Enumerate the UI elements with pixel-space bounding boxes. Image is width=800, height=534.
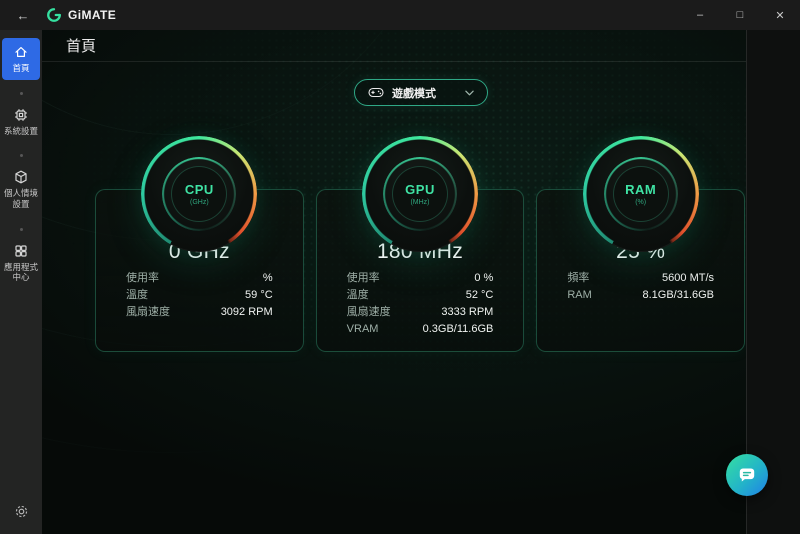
- stat-label: VRAM: [346, 323, 379, 335]
- close-button[interactable]: ✕: [760, 0, 800, 30]
- ram-gauge: RAM (%): [582, 136, 699, 252]
- page-header: 首頁: [42, 30, 800, 62]
- gauge-center: RAM (%): [612, 166, 669, 222]
- ram-stats: 頻率 5600 MT/s RAM 8.1GB/31.6GB: [567, 270, 714, 304]
- stat-row: VRAM 0.3GB/11.6GB: [347, 321, 494, 338]
- sidebar-separator-dot: [19, 91, 23, 95]
- app-window: ← GiMATE – □ ✕ 首頁 系統設置 個人情境設置 應用程式中心 首頁 …: [0, 0, 800, 534]
- cube-icon: [13, 169, 29, 185]
- stat-value: 59 °C: [245, 289, 273, 301]
- cpu-stats: 使用率 % 溫度 59 °C 風扇速度 3092 RPM: [126, 270, 273, 321]
- stat-value: %: [262, 272, 273, 284]
- gauge-unit: (%): [635, 199, 647, 206]
- maximize-button[interactable]: □: [720, 0, 760, 30]
- gpu-gauge: GPU (MHz): [362, 136, 478, 252]
- gauge-center: CPU (GHz): [171, 166, 228, 222]
- stat-value: 52 °C: [465, 289, 494, 301]
- ram-column: RAM (%) 25 % 頻率 5600 MT/s RAM: [536, 136, 746, 352]
- gear-icon[interactable]: [14, 504, 29, 519]
- sidebar-item-label: 應用程式中心: [3, 261, 38, 283]
- home-icon: [13, 44, 29, 60]
- window-controls: – □ ✕: [680, 0, 800, 30]
- sidebar-item-personal-scenario[interactable]: 個人情境設置: [2, 163, 40, 215]
- metric-cards: CPU (GHz) 0 GHz 使用率 % 溫度: [95, 136, 746, 352]
- gauge-unit: (GHz): [189, 199, 209, 206]
- game-mode-label: 遊戲模式: [392, 87, 436, 100]
- gauge-unit: (MHz): [410, 199, 430, 206]
- grid-icon: [13, 243, 29, 259]
- stat-row: 溫度 59 °C: [126, 287, 273, 304]
- stat-value: 3092 RPM: [220, 306, 273, 318]
- sidebar-separator-dot: [19, 154, 23, 158]
- stat-row: 風扇速度 3092 RPM: [126, 304, 273, 321]
- sidebar-item-label: 系統設置: [3, 125, 38, 136]
- chip-icon: [13, 107, 29, 123]
- stat-value: 3333 RPM: [441, 306, 494, 318]
- stat-row: 溫度 52 °C: [347, 287, 494, 304]
- app-logo: GiMATE: [46, 7, 116, 23]
- stat-label: 風扇速度: [346, 306, 391, 318]
- stat-value: 8.1GB/31.6GB: [642, 289, 715, 301]
- main-content: 首頁 遊戲模式 CPU (GHz) 使用率 % 溫度 59 °C 風扇速度 30…: [42, 30, 800, 534]
- cpu-gauge: CPU (GHz): [141, 136, 258, 252]
- stat-label: 溫度: [126, 289, 148, 301]
- sidebar-item-label: 首頁: [12, 63, 30, 73]
- stat-label: 溫度: [346, 289, 369, 301]
- gamepad-icon: [368, 87, 384, 98]
- stat-value: 0 %: [474, 272, 494, 284]
- page-title: 首頁: [66, 38, 97, 55]
- sidebar-footer: [14, 504, 29, 524]
- stat-label: 使用率: [346, 272, 380, 284]
- stat-label: 頻率: [567, 272, 590, 284]
- stat-row: 使用率 0 %: [347, 270, 494, 287]
- gauge-title: RAM: [625, 182, 657, 197]
- app-title: GiMATE: [68, 8, 117, 22]
- minimize-button[interactable]: –: [680, 0, 720, 30]
- chat-assistant-button[interactable]: [726, 454, 768, 496]
- back-button[interactable]: ←: [0, 8, 46, 23]
- stat-label: 使用率: [126, 272, 159, 284]
- gauge-title: GPU: [405, 182, 435, 197]
- chevron-down-icon: [465, 90, 474, 95]
- titlebar: ← GiMATE – □ ✕: [0, 0, 800, 30]
- stat-row: 風扇速度 3333 RPM: [347, 304, 494, 321]
- stat-row: 頻率 5600 MT/s: [567, 270, 714, 287]
- stat-label: 風扇速度: [126, 306, 170, 318]
- cpu-column: CPU (GHz) 0 GHz 使用率 % 溫度: [95, 136, 304, 352]
- gimate-logo-icon: [47, 8, 61, 22]
- stat-row: 使用率 %: [126, 270, 273, 287]
- gauge-center: GPU (MHz): [392, 166, 448, 222]
- sidebar: 首頁 系統設置 個人情境設置 應用程式中心: [0, 30, 42, 534]
- stat-value: 5600 MT/s: [662, 272, 715, 284]
- game-mode-dropdown[interactable]: 遊戲模式: [354, 79, 488, 106]
- chat-bubble-icon: [739, 468, 755, 482]
- gpu-stats: 使用率 0 % 溫度 52 °C 風扇速度 3333 RPM VRAM 0.3G…: [347, 270, 494, 338]
- sidebar-item-home[interactable]: 首頁: [2, 38, 40, 80]
- stat-label: RAM: [567, 289, 592, 301]
- sidebar-separator-dot: [19, 227, 23, 231]
- sidebar-item-label: 個人情境設置: [3, 188, 38, 209]
- gpu-column: GPU (MHz) 180 MHz 使用率 0 % 溫度: [315, 136, 525, 352]
- sidebar-item-system-settings[interactable]: 系統設置: [2, 101, 40, 143]
- gauge-title: CPU: [184, 182, 214, 197]
- stat-row: RAM 8.1GB/31.6GB: [567, 287, 714, 304]
- sidebar-item-app-center[interactable]: 應用程式中心: [2, 237, 40, 289]
- stat-value: 0.3GB/11.6GB: [422, 323, 494, 335]
